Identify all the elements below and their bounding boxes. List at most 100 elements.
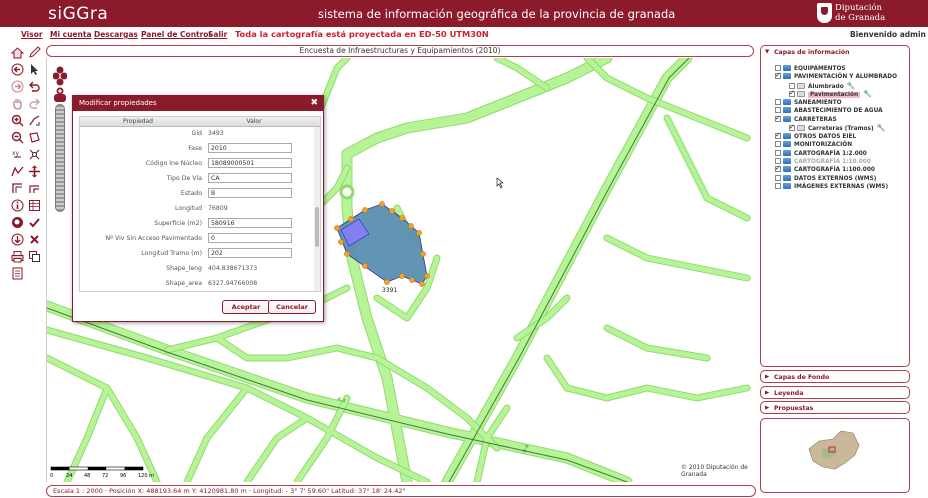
layer-checkbox[interactable] <box>789 89 795 98</box>
menu-salir[interactable]: Salir <box>208 30 227 39</box>
layer-image-icon <box>797 91 805 98</box>
accept-button[interactable]: Aceptar <box>222 300 270 314</box>
layer-checkbox[interactable] <box>789 123 795 132</box>
scale-bar: 0 24 48 72 96 120 m <box>49 466 159 480</box>
search-feature-icon[interactable] <box>10 215 25 230</box>
zoom-track[interactable] <box>55 104 65 212</box>
properties-scrollbar[interactable] <box>314 127 320 291</box>
layer-item[interactable]: Carreteras (Tramos)🔧 <box>789 123 886 132</box>
chevron-down-icon: ▼ <box>765 49 770 55</box>
header-bar: siGGra sistema de información geográfica… <box>0 0 928 27</box>
layer-checkbox[interactable] <box>775 183 781 190</box>
draw-line-icon[interactable] <box>27 113 42 128</box>
property-input[interactable]: 18089000501 <box>208 158 292 168</box>
select-arrow-icon[interactable] <box>27 62 42 77</box>
layer-item[interactable]: EQUIPAMENTOS <box>775 65 846 73</box>
redo-icon[interactable] <box>27 96 42 111</box>
copy-feature-icon[interactable] <box>27 249 42 264</box>
property-name: Superficie (m2) <box>154 220 202 227</box>
layer-checkbox[interactable] <box>775 71 781 80</box>
diputacion-shield-icon <box>817 3 832 23</box>
menu-visor[interactable]: Visor <box>21 30 43 39</box>
forward-arrow-icon[interactable] <box>10 79 25 94</box>
menu-mi-cuenta[interactable]: Mi cuenta <box>50 30 92 39</box>
zoom-knob[interactable] <box>54 94 66 102</box>
layer-checkbox[interactable] <box>775 114 781 122</box>
pencil-icon[interactable] <box>27 45 42 60</box>
layer-checkbox[interactable] <box>775 107 781 114</box>
measure-area-icon[interactable] <box>10 181 25 196</box>
menu-descargas[interactable]: Descargas <box>94 30 138 39</box>
map-toolbar: xy <box>6 43 46 283</box>
property-input[interactable]: 202 <box>208 248 292 258</box>
layer-item[interactable]: IMÁGENES EXTERNAS (WMS) <box>775 183 888 191</box>
edit-wrench-icon[interactable]: 🔧 <box>863 90 872 98</box>
move-feature-icon[interactable] <box>27 164 42 179</box>
layer-checkbox[interactable] <box>775 98 781 105</box>
info-icon[interactable] <box>10 198 25 213</box>
layer-item[interactable]: MONITORIZACIÓN <box>775 141 852 149</box>
layer-checkbox[interactable] <box>775 164 781 173</box>
attribute-table-icon[interactable] <box>27 198 42 213</box>
layer-checkbox[interactable] <box>775 65 781 71</box>
split-icon[interactable] <box>27 181 42 196</box>
property-row: Tipo De Vía CA <box>80 172 320 187</box>
download-icon[interactable] <box>10 232 25 247</box>
layer-item[interactable]: CARTOGRAFÍA 1:2.000 <box>775 149 867 158</box>
property-input[interactable]: B <box>208 188 292 198</box>
welcome-user: Bienvenido admin <box>850 30 926 39</box>
layer-item[interactable]: CARRETERAS <box>775 114 837 124</box>
layer-item[interactable]: OTROS DATOS EIEL <box>775 131 856 141</box>
layers-panel-title[interactable]: ▼ Capas de información <box>761 46 909 56</box>
move-vertex-icon[interactable] <box>27 147 42 162</box>
edit-wrench-icon[interactable]: 🔧 <box>877 124 886 132</box>
layer-checkbox[interactable] <box>775 131 781 139</box>
layer-item[interactable]: PAVIMENTACIÓN Y ALUMBRADO <box>775 71 897 81</box>
layer-checkbox[interactable] <box>775 149 781 156</box>
layer-checkbox[interactable] <box>789 82 795 89</box>
property-input[interactable]: CA <box>208 173 292 183</box>
confirm-check-icon[interactable] <box>27 215 42 230</box>
property-input[interactable]: 2010 <box>208 143 292 153</box>
mouse-cursor-icon <box>496 177 504 189</box>
zoom-slider[interactable] <box>52 66 68 214</box>
back-arrow-icon[interactable] <box>10 62 25 77</box>
app-logo[interactable]: siGGra <box>48 4 108 24</box>
coordinates-xy-icon[interactable]: xy <box>10 147 25 162</box>
undo-icon[interactable] <box>27 79 42 94</box>
zoom-in-icon[interactable] <box>10 113 25 128</box>
overview-map[interactable] <box>760 418 910 493</box>
layer-item[interactable]: Alumbrado 🔧 <box>789 82 855 90</box>
menu-panel-de-control[interactable]: Panel de Control <box>141 30 211 39</box>
property-input[interactable]: 0 <box>208 233 292 243</box>
property-input[interactable]: 580916 <box>208 218 292 228</box>
layer-item[interactable]: Pavimentación🔧 <box>789 89 872 99</box>
layer-item[interactable]: ABASTECIMIENTO DE AGUA <box>775 107 883 115</box>
proposals-panel[interactable]: ▶ Propuestas <box>760 401 910 414</box>
cancel-x-icon[interactable] <box>27 232 42 247</box>
layer-checkbox[interactable] <box>775 157 781 164</box>
legend-panel[interactable]: ▶ Leyenda <box>760 386 910 399</box>
export-doc-icon[interactable] <box>10 266 25 281</box>
draw-polygon-icon[interactable] <box>27 130 42 145</box>
layer-item[interactable]: SANEAMIENTO <box>775 98 842 107</box>
property-name: Longitud Tramo (m) <box>141 250 202 257</box>
layer-label: SANEAMIENTO <box>794 99 842 106</box>
layer-item[interactable]: CARTOGRAFÍA 1:10.000 <box>775 157 871 166</box>
layer-item[interactable]: DATOS EXTERNOS (WMS) <box>775 174 876 183</box>
zoom-out-icon[interactable] <box>10 130 25 145</box>
property-value: 3493 <box>208 130 224 137</box>
layer-checkbox[interactable] <box>775 174 781 181</box>
pan-hand-icon[interactable] <box>10 96 25 111</box>
base-layers-panel[interactable]: ▶ Capas de Fondo <box>760 370 910 383</box>
home-icon[interactable] <box>10 45 25 60</box>
measure-icon[interactable] <box>10 164 25 179</box>
cancel-button[interactable]: Cancelar <box>268 300 316 314</box>
print-icon[interactable] <box>10 249 25 264</box>
proposals-label: Propuestas <box>774 405 814 412</box>
edit-wrench-icon[interactable]: 🔧 <box>847 82 856 90</box>
legend-label: Leyenda <box>774 390 804 397</box>
layer-item[interactable]: CARTOGRAFÍA 1:100.000 <box>775 164 875 174</box>
layer-checkbox[interactable] <box>775 141 781 148</box>
close-icon[interactable]: ✖ <box>310 98 318 108</box>
